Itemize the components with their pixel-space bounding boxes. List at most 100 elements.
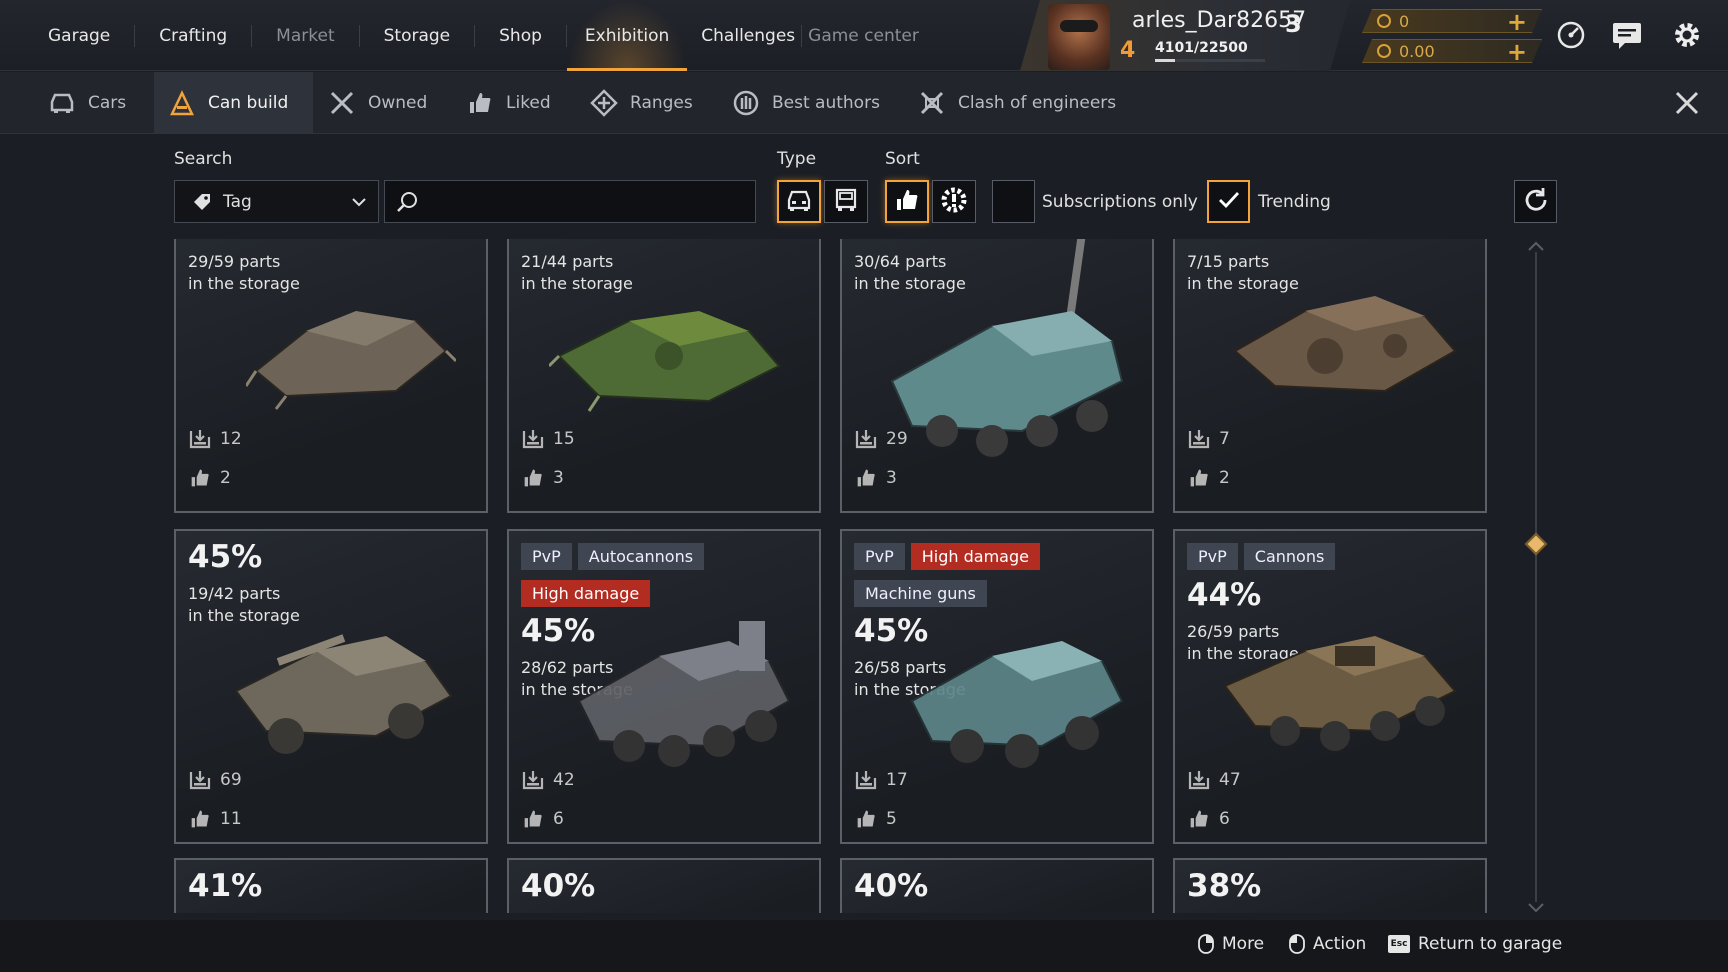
car-icon [48, 89, 76, 117]
tab-owned[interactable]: Owned [328, 72, 427, 134]
scrollbar-thumb[interactable] [1524, 532, 1548, 556]
top-bar: Garage Crafting Market Storage Shop Exhi… [0, 0, 1728, 71]
downloads-stat: 17 [854, 769, 908, 791]
close-icon[interactable] [1672, 88, 1702, 118]
tab-cars[interactable]: Cars [48, 72, 126, 134]
tag-select-value: Tag [223, 191, 252, 212]
sort-likes-button[interactable] [885, 180, 929, 223]
hint-action[interactable]: Action [1289, 934, 1366, 954]
nav-storage[interactable]: Storage [360, 0, 475, 71]
blueprint-card[interactable]: 38% [1173, 858, 1487, 913]
tag-chip[interactable]: Cannons [1243, 543, 1336, 570]
refresh-icon [1522, 186, 1550, 218]
vehicle-preview [549, 601, 799, 775]
parts-count: 21/44 parts [521, 252, 614, 271]
likes-stat: 2 [1187, 467, 1230, 489]
xp-progress-bar [1155, 59, 1265, 62]
subscriptions-only-checkbox[interactable] [992, 180, 1035, 223]
hint-action-label: Action [1313, 934, 1367, 954]
tab-label: Best authors [772, 93, 880, 113]
likes-stat: 5 [854, 808, 897, 830]
blueprint-card[interactable]: 7/15 parts in the storage 7 2 [1173, 239, 1487, 513]
tag-chip[interactable]: Autocannons [577, 543, 705, 570]
type-car-button[interactable] [777, 180, 821, 223]
download-icon [188, 428, 212, 450]
truck-front-icon [832, 187, 860, 217]
download-icon [854, 428, 878, 450]
hint-more-label: More [1222, 934, 1265, 954]
blueprint-card[interactable]: PvP AutocannonsHigh damage 45% 28/62 part… [507, 529, 821, 844]
blueprint-card[interactable]: 40% [507, 858, 821, 913]
blueprint-card[interactable]: 21/44 parts in the storage 15 3 [507, 239, 821, 513]
likes-stat: 11 [188, 808, 242, 830]
likes-stat: 3 [521, 467, 564, 489]
search-icon [395, 190, 419, 218]
nav-market[interactable]: Market [252, 0, 358, 71]
wrench-icon [328, 89, 356, 117]
avatar[interactable] [1048, 4, 1110, 70]
download-icon [521, 428, 545, 450]
parts-count: 7/15 parts [1187, 252, 1270, 271]
nav-game-center[interactable]: Game center [802, 0, 925, 71]
thumbs-up-icon [521, 808, 545, 830]
tag-list: PvP Cannons [1187, 543, 1477, 580]
tab-label: Cars [88, 93, 127, 113]
tab-clash-of-engineers[interactable]: Clash of engineers [918, 72, 1116, 134]
player-level: 3 [1285, 10, 1302, 38]
blueprint-card[interactable]: 41% [174, 858, 488, 913]
vehicle-preview [872, 239, 1142, 475]
tag-chip[interactable]: PvP [1187, 543, 1238, 570]
thumbs-up-icon [521, 467, 545, 489]
scrollbar-track[interactable] [1535, 252, 1537, 902]
blueprint-card[interactable]: 45% 19/42 parts in the storage 69 11 [174, 529, 488, 844]
tag-select[interactable]: Tag [174, 180, 379, 223]
settings-gear-icon[interactable] [1670, 18, 1704, 52]
power-score-icon [941, 187, 967, 217]
add-credits-button[interactable]: + [1507, 38, 1527, 66]
blueprint-card[interactable]: PvP High damageMachine guns 45% 26/58 par… [840, 529, 1154, 844]
tab-ranges[interactable]: Ranges [590, 72, 693, 134]
downloads-stat: 42 [521, 769, 575, 791]
tab-liked[interactable]: Liked [466, 72, 551, 134]
search-input[interactable] [384, 180, 756, 223]
sort-power-score-button[interactable] [932, 180, 976, 223]
type-truck-button[interactable] [824, 180, 868, 223]
vehicle-preview [244, 291, 458, 415]
nav-shop[interactable]: Shop [475, 0, 566, 71]
car-front-icon [785, 188, 813, 216]
parts-count: 29/59 parts [188, 252, 281, 271]
blueprint-card[interactable]: PvP Cannons 44% 26/59 parts in the storage… [1173, 529, 1487, 844]
blueprint-card[interactable]: 40% [840, 858, 1154, 913]
download-icon [521, 769, 545, 791]
blueprint-card[interactable]: 30/64 parts in the storage 29 3 [840, 239, 1154, 513]
hint-more[interactable]: More [1198, 934, 1264, 954]
thumbs-up-icon [854, 808, 878, 830]
vehicle-preview [1215, 271, 1465, 415]
tab-best-authors[interactable]: Best authors [732, 72, 880, 134]
thumbs-up-icon [854, 467, 878, 489]
tag-chip[interactable]: High damage [910, 543, 1040, 570]
trending-checkbox[interactable] [1207, 180, 1250, 223]
vehicle-preview [882, 601, 1132, 775]
nav-challenges[interactable]: Challenges [687, 0, 801, 71]
tag-chip[interactable]: PvP [521, 543, 572, 570]
scroll-down-icon[interactable] [1527, 900, 1545, 914]
scroll-up-icon[interactable] [1527, 238, 1545, 252]
type-label: Type [777, 149, 817, 169]
chat-icon[interactable] [1610, 18, 1644, 52]
tab-can-build[interactable]: Can build [154, 72, 313, 134]
nav-exhibition[interactable]: Exhibition [566, 0, 688, 71]
blueprint-grid: 29/59 parts in the storage 12 2 21/44 par… [160, 239, 1500, 913]
tag-chip[interactable]: PvP [854, 543, 905, 570]
blueprint-card[interactable]: 29/59 parts in the storage 12 2 [174, 239, 488, 513]
tab-label: Ranges [630, 93, 693, 113]
laurel-icon [732, 89, 760, 117]
nav-garage[interactable]: Garage [24, 0, 134, 71]
refresh-button[interactable] [1514, 180, 1557, 223]
nav-crafting[interactable]: Crafting [135, 0, 251, 71]
hint-return-label: Return to garage [1418, 934, 1563, 954]
speedometer-icon[interactable] [1554, 18, 1588, 52]
add-coins-button[interactable]: + [1507, 8, 1527, 36]
hint-return-to-garage[interactable]: Esc Return to garage [1388, 934, 1562, 954]
coins-counter: 0 + [1362, 9, 1542, 33]
